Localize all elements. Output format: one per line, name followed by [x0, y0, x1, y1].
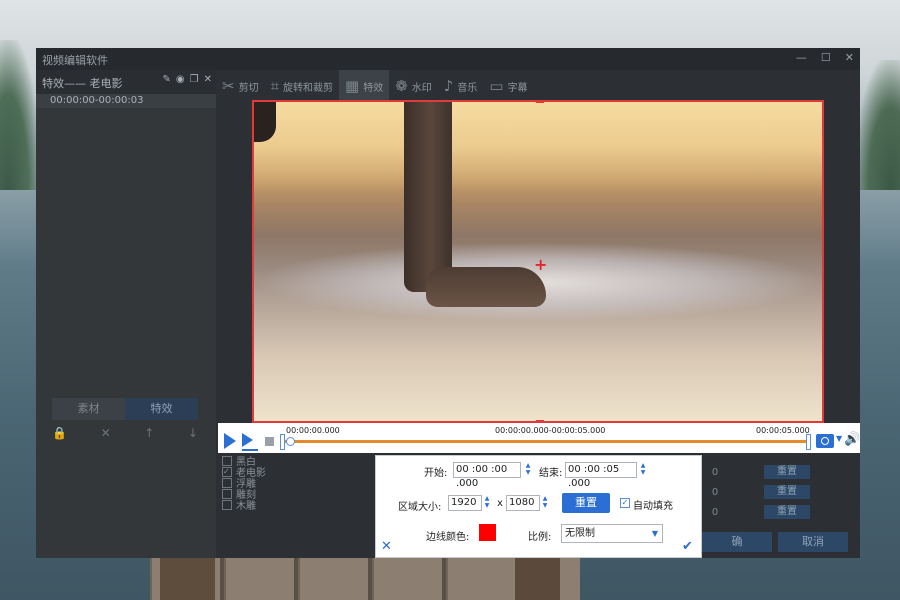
effect-name: 特效—— 老电影 — [42, 77, 123, 90]
width-stepper[interactable]: ▲ ▼ — [482, 495, 492, 511]
volume-icon[interactable]: 🔊 — [844, 432, 860, 447]
move-up-icon[interactable]: ↑ — [144, 426, 154, 444]
reset-button[interactable]: 重置 — [562, 493, 610, 513]
end-time: 00:00:05.000 — [756, 426, 810, 435]
end-time-field[interactable]: 00 :00 :05 .000 — [565, 462, 637, 489]
title-bar: 视频编辑软件 — ☐ ✕ — [36, 48, 860, 70]
preview-sun-glow — [254, 102, 822, 192]
tool-subtitle[interactable]: ▭ 字幕 — [483, 70, 533, 102]
effect-checkbox[interactable] — [222, 455, 232, 466]
effects-list: 黑白 ✓ 老电影 浮雕 雕刻 木雕 — [222, 455, 382, 535]
start-time-stepper[interactable]: ▲ ▼ — [523, 462, 533, 478]
setting-reset-button[interactable]: 重置 — [764, 465, 810, 479]
end-label: 结束: — [539, 468, 563, 479]
eye-icon[interactable]: ◉ — [176, 74, 185, 85]
effect-item[interactable]: 木雕 — [222, 499, 382, 512]
cancel-button[interactable]: 取消 — [778, 532, 848, 552]
edit-icon[interactable]: ✎ — [163, 74, 171, 85]
end-time-stepper[interactable]: ▲ ▼ — [638, 462, 648, 478]
music-icon: ♪ — [443, 77, 454, 95]
ratio-select[interactable]: 无限制 ▼ — [561, 524, 663, 543]
move-down-icon[interactable]: ↓ — [188, 426, 198, 444]
checkmark-icon[interactable]: ✔ — [682, 539, 693, 554]
effect-time-range: 00:00:00-00:00:03 — [36, 94, 216, 108]
tab-effects[interactable]: 特效 — [125, 398, 198, 420]
player-bar: 00:00:00.000 00:00:00.000-00:00:05.000 0… — [218, 423, 860, 453]
video-preview[interactable]: + — [252, 100, 824, 423]
chevron-down-icon: ▼ — [651, 529, 658, 538]
timeline-track[interactable] — [282, 440, 808, 443]
tool-watermark[interactable]: ❁ 水印 — [389, 70, 438, 102]
play-selection-icon[interactable] — [242, 433, 260, 451]
setting-reset-button[interactable]: 重置 — [764, 505, 810, 519]
height-stepper[interactable]: ▲ ▼ — [540, 495, 550, 511]
ok-button[interactable]: 确 — [702, 532, 772, 552]
size-separator: x — [497, 498, 503, 509]
border-color-swatch[interactable] — [479, 524, 496, 541]
preview-leg — [404, 102, 452, 292]
scissors-icon: ✂ — [222, 77, 235, 95]
watermark-icon: ❁ — [395, 77, 408, 95]
start-time-field[interactable]: 00 :00 :00 .000 — [453, 462, 521, 489]
tool-music[interactable]: ♪ 音乐 — [438, 70, 484, 102]
background-dock-post — [160, 556, 215, 600]
effect-checkbox[interactable]: ✓ — [222, 466, 232, 477]
start-time: 00:00:00.000 — [286, 426, 340, 435]
region-size-label: 区域大小: — [398, 502, 442, 513]
crop-icon: ⌗ — [270, 77, 280, 95]
effect-checkbox[interactable] — [222, 488, 232, 499]
start-label: 开始: — [424, 468, 448, 479]
stop-icon[interactable] — [265, 437, 274, 446]
camera-icon[interactable] — [816, 434, 834, 448]
preview-foot — [426, 267, 546, 307]
effect-checkbox[interactable] — [222, 499, 232, 510]
tool-cut[interactable]: ✂ 剪切 — [216, 70, 265, 102]
autofill-label: 自动填充 — [633, 501, 673, 512]
background-hill-right — [855, 60, 900, 190]
minimize-icon[interactable]: — — [796, 51, 807, 64]
background-hill-left — [0, 40, 40, 190]
autofill-checkbox[interactable]: ✓ — [620, 498, 630, 508]
delete-icon[interactable]: ✕ — [204, 74, 212, 85]
remove-icon[interactable]: ✕ — [101, 426, 111, 444]
tab-materials[interactable]: 素材 — [52, 398, 125, 420]
lock-icon[interactable]: 🔒 — [52, 426, 67, 444]
effect-settings: 0 重置 0 重置 0 重置 — [700, 462, 810, 522]
border-color-label: 边线颜色: — [426, 532, 470, 543]
timeline-start-handle[interactable] — [280, 434, 285, 450]
close-window-icon[interactable]: ✕ — [845, 51, 854, 64]
setting-value: 0 — [711, 466, 719, 478]
copy-icon[interactable]: ❐ — [190, 74, 199, 85]
ratio-value: 无限制 — [565, 528, 595, 539]
width-field[interactable]: 1920 — [448, 495, 482, 511]
playhead-knob[interactable] — [286, 437, 295, 446]
background-dock-post — [515, 556, 560, 600]
film-icon: ▦ — [345, 77, 360, 95]
setting-value: 0 — [711, 486, 719, 498]
crosshair-icon[interactable]: + — [534, 255, 547, 274]
window-title: 视频编辑软件 — [42, 54, 108, 67]
timeline-end-handle[interactable] — [806, 434, 811, 450]
chevron-down-icon[interactable]: ▼ — [836, 434, 842, 443]
setting-reset-button[interactable]: 重置 — [764, 485, 810, 499]
tab-bar: 素材 特效 — [52, 398, 198, 420]
close-icon[interactable]: ✕ — [381, 539, 392, 554]
tool-effects[interactable]: ▦ 特效 — [339, 70, 390, 102]
effect-settings-popup: 开始: 00 :00 :00 .000 ▲ ▼ 结束: 00 :00 :05 .0… — [375, 455, 702, 558]
effect-header[interactable]: 特效—— 老电影 ✎ ◉ ❐ ✕ — [36, 70, 216, 94]
play-icon[interactable] — [224, 433, 236, 449]
time-range: 00:00:00.000-00:00:05.000 — [495, 426, 606, 435]
crop-handle-top[interactable] — [536, 102, 544, 103]
maximize-icon[interactable]: ☐ — [821, 51, 831, 64]
tool-rotate-crop[interactable]: ⌗ 旋转和裁剪 — [265, 70, 339, 102]
setting-value: 0 — [711, 506, 719, 518]
crop-handle-bottom[interactable] — [536, 420, 544, 421]
subtitle-icon: ▭ — [489, 77, 504, 95]
list-toolbar: 🔒 ✕ ↑ ↓ — [52, 426, 198, 444]
height-field[interactable]: 1080 — [506, 495, 540, 511]
edit-toolbar: ✂ 剪切 ⌗ 旋转和裁剪 ▦ 特效 ❁ 水印 ♪ 音乐 ▭ 字幕 — [216, 70, 860, 102]
effect-checkbox[interactable] — [222, 477, 232, 488]
left-pane: 特效—— 老电影 ✎ ◉ ❐ ✕ 00:00:00-00:00:03 素材 特效… — [36, 70, 216, 558]
ratio-label: 比例: — [528, 532, 552, 543]
